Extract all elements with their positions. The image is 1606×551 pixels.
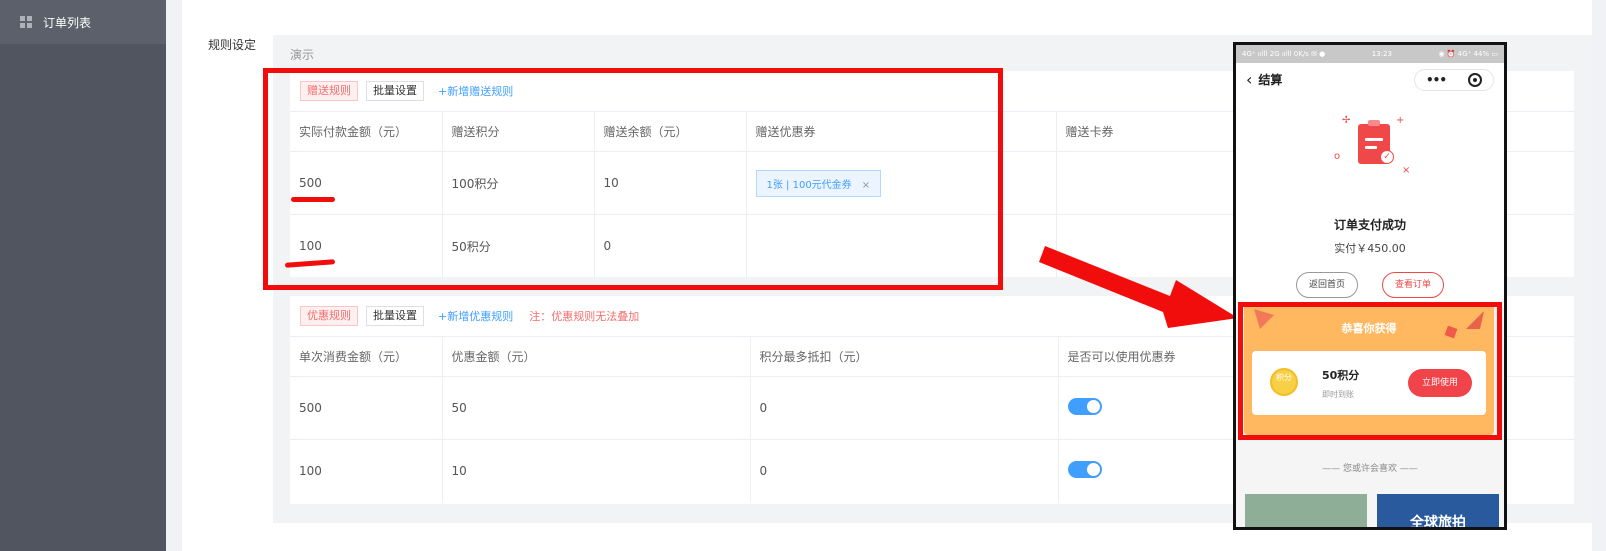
phone-preview: 4G⁺ ıılll 2G ıılll 0K/s ✉ ● 13:23 ◉ ⏰ 4G… xyxy=(1233,42,1507,530)
thumbnail-text: 全球旅拍 xyxy=(1410,515,1466,530)
payment-success-title: 订单支付成功 xyxy=(1333,218,1406,232)
back-icon[interactable]: ‹ xyxy=(1246,70,1252,89)
annotation-box-reward xyxy=(1238,302,1502,440)
view-order-button[interactable]: 查看订单 xyxy=(1382,272,1444,298)
status-right: ◉ ⏰ 4G⁺ 44% ▭ xyxy=(1438,50,1498,58)
more-icon[interactable]: ••• xyxy=(1426,73,1447,87)
phone-status-bar: 4G⁺ ıılll 2G ıılll 0K/s ✉ ● 13:23 ◉ ⏰ 4G… xyxy=(1236,45,1504,63)
recommend-thumbnail[interactable] xyxy=(1245,494,1367,527)
status-left: 4G⁺ ıılll 2G ıılll 0K/s ✉ ● xyxy=(1242,50,1326,58)
arrow-shape xyxy=(1039,246,1238,328)
record-icon[interactable] xyxy=(1467,73,1482,87)
recommend-list: 全球旅拍 xyxy=(1245,494,1499,530)
back-home-button[interactable]: 返回首页 xyxy=(1296,272,1358,298)
phone-navbar: ‹ 结算 ••• xyxy=(1236,63,1504,96)
phone-nav-title: 结算 xyxy=(1258,73,1283,87)
recommend-thumbnail[interactable]: 全球旅拍 xyxy=(1377,494,1499,530)
success-illustration-icon: ✓ ✢ + o × xyxy=(1334,115,1411,176)
recommend-divider: —— 您或许会喜欢 —— xyxy=(1322,464,1418,474)
success-actions: 返回首页 查看订单 xyxy=(1236,272,1504,298)
miniprogram-capsule: ••• xyxy=(1414,69,1494,91)
paid-amount: 实付￥450.00 xyxy=(1334,242,1406,255)
payment-success-section: ✓ ✢ + o × 订单支付成功 实付￥450.00 返回首页 查看订单 xyxy=(1236,96,1504,308)
status-time: 13:23 xyxy=(1371,50,1392,58)
